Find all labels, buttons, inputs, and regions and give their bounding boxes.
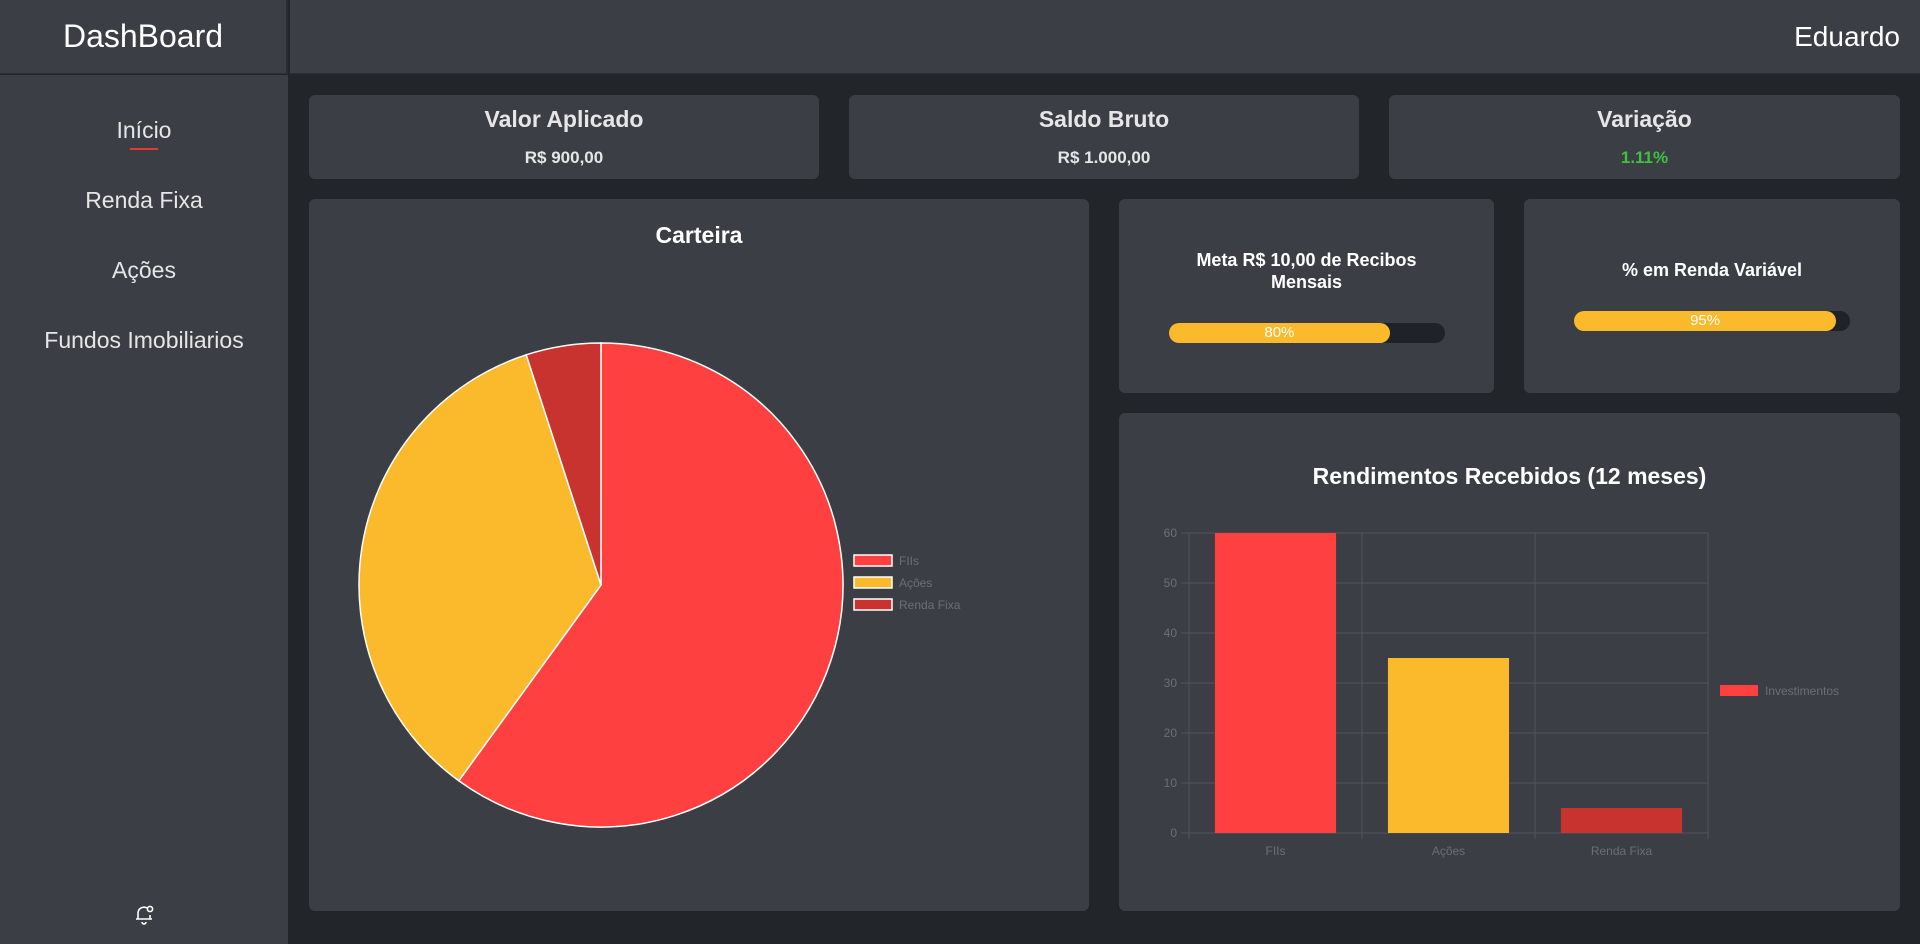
sidebar-item-label: Renda Fixa: [85, 187, 203, 213]
rendimentos-card: Rendimentos Recebidos (12 meses) 0 10 20 30…: [1119, 413, 1900, 911]
legend-label: Ações: [899, 576, 932, 590]
sidebar-item-label: Início: [116, 117, 172, 143]
kpi-card-valor-aplicado: Valor Aplicado R$ 900,00: [309, 95, 819, 179]
kpi-card-variacao: Variação 1.11%: [1389, 95, 1900, 179]
bar-chart: 0 10 20 30 40 50 60 FIIs Ações Renda Fixa Investim…: [1164, 526, 1839, 858]
legend-label: FIIs: [899, 554, 919, 568]
y-tick-label: 0: [1170, 826, 1177, 840]
legend-label: Renda Fixa: [899, 598, 961, 612]
progress-fill: 80%: [1169, 323, 1390, 343]
y-tick-label: 60: [1164, 526, 1178, 540]
legend-label: Investimentos: [1765, 684, 1839, 698]
progress-fill: 95%: [1574, 311, 1837, 331]
bar[interactable]: [1387, 658, 1510, 833]
bar[interactable]: [1560, 808, 1683, 833]
active-indicator: [130, 148, 158, 150]
x-tick-label: Renda Fixa: [1591, 844, 1653, 858]
sidebar-item-label: Ações: [112, 257, 176, 283]
progress-bar: 80%: [1169, 323, 1445, 343]
legend-swatch: [853, 554, 893, 567]
bell-settings-icon[interactable]: [132, 902, 156, 926]
sidebar-item-inicio[interactable]: Início: [0, 117, 288, 150]
legend-swatch: [853, 598, 893, 611]
goal-card-renda-variavel: % em Renda Variável 95%: [1524, 199, 1900, 393]
sidebar-item-fundos-imobiliarios[interactable]: Fundos Imobiliarios: [0, 327, 288, 354]
app-brand[interactable]: DashBoard: [0, 0, 288, 74]
user-name[interactable]: Eduardo: [1794, 0, 1900, 74]
sidebar-item-label: Fundos Imobiliarios: [44, 327, 244, 353]
y-tick-label: 40: [1164, 626, 1178, 640]
y-tick-label: 30: [1164, 676, 1178, 690]
x-tick-label: Ações: [1432, 844, 1465, 858]
pie-chart: FIIs Ações Renda Fixa: [358, 342, 961, 828]
top-bar: Eduardo: [290, 0, 1920, 74]
kpi-title: Saldo Bruto: [1038, 106, 1170, 132]
sidebar-item-acoes[interactable]: Ações: [0, 257, 288, 284]
y-tick-label: 10: [1164, 776, 1178, 790]
sidebar: Início Renda Fixa Ações Fundos Imobiliar…: [0, 75, 288, 944]
carteira-card: Carteira FIIs Ações Renda Fixa: [309, 199, 1089, 911]
legend-swatch: [853, 576, 893, 589]
kpi-title: Valor Aplicado: [484, 106, 644, 132]
kpi-card-saldo-bruto: Saldo Bruto R$ 1.000,00: [849, 95, 1359, 179]
bar[interactable]: [1214, 533, 1337, 833]
goal-title: Meta R$ 10,00 de Recibos Mensais: [1196, 250, 1417, 292]
goal-card-recibos: Meta R$ 10,00 de Recibos Mensais 80%: [1119, 199, 1494, 393]
goal-title: % em Renda Variável: [1621, 260, 1803, 280]
y-tick-label: 50: [1164, 576, 1178, 590]
legend-swatch: [1720, 685, 1758, 696]
y-tick-label: 20: [1164, 726, 1178, 740]
progress-bar: 95%: [1574, 311, 1850, 331]
sidebar-item-renda-fixa[interactable]: Renda Fixa: [0, 187, 288, 214]
kpi-value: 1.11%: [1620, 148, 1669, 167]
x-tick-label: FIIs: [1266, 844, 1286, 858]
kpi-title: Variação: [1597, 106, 1692, 132]
kpi-value: R$ 1.000,00: [1057, 148, 1151, 167]
kpi-value: R$ 900,00: [524, 148, 604, 167]
